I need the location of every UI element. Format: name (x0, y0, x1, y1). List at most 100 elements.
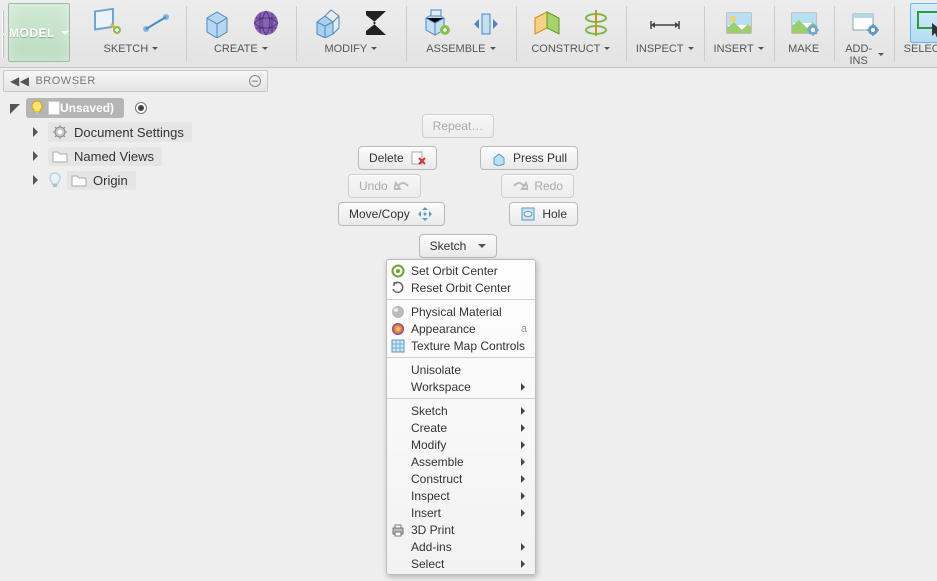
tree-row-named-views[interactable]: Named Views (3, 144, 268, 168)
dropdown-caret[interactable] (602, 43, 610, 55)
tree-row-origin[interactable]: Origin (3, 168, 268, 192)
menu-create[interactable]: Create (387, 419, 535, 436)
menu-unisolate[interactable]: Unisolate (387, 361, 535, 378)
mi-label: Texture Map Controls (411, 339, 525, 353)
dropdown-caret[interactable] (369, 43, 377, 55)
new-component-icon[interactable] (416, 3, 456, 43)
mi-label: Create (411, 421, 447, 435)
repeat-label: Repeat… (433, 119, 484, 133)
select-tool-icon[interactable] (910, 3, 937, 43)
menu-physical-material[interactable]: Physical Material (387, 303, 535, 320)
tool-group-inspect: INSPECT (626, 0, 704, 67)
root-document-pill[interactable]: (Unsaved) (26, 98, 124, 118)
menu-reset-orbit-center[interactable]: Reset Orbit Center (387, 279, 535, 296)
move-copy-button[interactable]: Move/Copy (338, 202, 445, 226)
menu-workspace[interactable]: Workspace (387, 378, 535, 395)
tree-label: Document Settings (74, 125, 184, 140)
repeat-button: Repeat… (422, 114, 495, 138)
tree-item[interactable]: Document Settings (48, 122, 192, 142)
form-tool-icon[interactable] (246, 3, 286, 43)
browser-title: BROWSER (35, 75, 95, 87)
offset-plane-icon[interactable] (526, 3, 566, 43)
delete-x-icon (410, 150, 426, 166)
dropdown-caret[interactable] (150, 43, 158, 55)
new-sketch-icon[interactable] (86, 3, 126, 43)
undo-button: Undo (348, 174, 421, 198)
submenu-arrow-icon (521, 424, 529, 432)
3d-print-icon[interactable] (784, 3, 824, 43)
browser-minimize-icon[interactable]: – (249, 75, 261, 87)
menu-construct[interactable]: Construct (387, 470, 535, 487)
redo-button: Redo (501, 174, 574, 198)
menu-inspect[interactable]: Inspect (387, 487, 535, 504)
mi-shortcut: a (521, 323, 527, 335)
menu-set-orbit-center[interactable]: Set Orbit Center (387, 262, 535, 279)
menu-sketch[interactable]: Sketch (387, 402, 535, 419)
tree-root-row[interactable]: (Unsaved) (3, 96, 268, 120)
line-tool-icon[interactable] (136, 3, 176, 43)
sigma-icon[interactable] (356, 3, 396, 43)
tree-item[interactable]: Named Views (48, 147, 162, 166)
submenu-arrow-icon (521, 441, 529, 449)
dropdown-caret[interactable] (876, 49, 884, 61)
mi-label: Insert (411, 506, 441, 520)
dropdown-caret[interactable] (756, 43, 764, 55)
menu-select[interactable]: Select (387, 555, 535, 572)
workspace-selector[interactable]: MODEL (8, 3, 70, 62)
submenu-arrow-icon (521, 560, 529, 568)
dropdown-caret[interactable] (488, 43, 496, 55)
press-pull-icon[interactable] (306, 3, 346, 43)
submenu-arrow-icon (521, 458, 529, 466)
tool-label-addins: ADD-INS (844, 43, 874, 67)
submenu-arrow-icon (521, 543, 529, 551)
menu-appearance[interactable]: Appearance a (387, 320, 535, 337)
ribbon-grip[interactable] (0, 0, 6, 67)
joint-icon[interactable] (466, 3, 506, 43)
tool-group-modify: MODIFY (296, 0, 406, 67)
hole-button[interactable]: Hole (509, 202, 578, 226)
context-menu: Set Orbit Center Reset Orbit Center Phys… (386, 259, 536, 575)
menu-insert[interactable]: Insert (387, 504, 535, 521)
menu-assemble[interactable]: Assemble (387, 453, 535, 470)
menu-addins[interactable]: Add-ins (387, 538, 535, 555)
dropdown-caret[interactable] (260, 43, 268, 55)
menu-texture-map[interactable]: Texture Map Controls (387, 337, 535, 354)
browser-header[interactable]: ◀◀ BROWSER – (3, 70, 268, 92)
submenu-arrow-icon (521, 475, 529, 483)
mi-label: Reset Orbit Center (411, 281, 511, 295)
insert-image-icon[interactable] (719, 3, 759, 43)
gear-icon (52, 124, 68, 140)
box-tool-icon[interactable] (196, 3, 236, 43)
mi-label: Inspect (411, 489, 450, 503)
axis-icon[interactable] (576, 3, 616, 43)
expand-icon[interactable] (29, 175, 43, 185)
tree-row-document-settings[interactable]: Document Settings (3, 120, 268, 144)
addins-icon[interactable] (844, 3, 884, 43)
tool-group-select: SELECT (894, 0, 937, 67)
move-arrows-icon (416, 206, 434, 222)
menu-modify[interactable]: Modify (387, 436, 535, 453)
browser-collapse-icon[interactable]: ◀◀ (10, 74, 29, 88)
hole-label: Hole (542, 207, 567, 221)
press-pull-button[interactable]: Press Pull (480, 146, 578, 170)
dropdown-caret[interactable] (686, 43, 694, 55)
active-radio-icon[interactable] (135, 102, 147, 114)
delete-button[interactable]: Delete (358, 146, 437, 170)
tree-item[interactable]: Origin (67, 171, 136, 190)
mi-label: Physical Material (411, 305, 502, 319)
move-copy-label: Move/Copy (349, 207, 410, 221)
lightbulb-icon[interactable] (30, 100, 44, 116)
chevron-down-icon (472, 239, 486, 253)
texture-map-icon (390, 338, 406, 354)
expand-icon[interactable] (29, 151, 43, 161)
sketch-dropdown-button[interactable]: Sketch (419, 234, 498, 258)
ribbon-toolbar: MODEL SKETCH CREATE (0, 0, 937, 68)
menu-3d-print[interactable]: 3D Print (387, 521, 535, 538)
material-sphere-icon (390, 304, 406, 320)
measure-icon[interactable] (645, 3, 685, 43)
lightbulb-off-icon[interactable] (48, 172, 62, 188)
tool-label-assemble: ASSEMBLE (426, 43, 485, 55)
expand-collapse-icon[interactable] (7, 103, 21, 113)
submenu-arrow-icon (521, 509, 529, 517)
expand-icon[interactable] (29, 127, 43, 137)
